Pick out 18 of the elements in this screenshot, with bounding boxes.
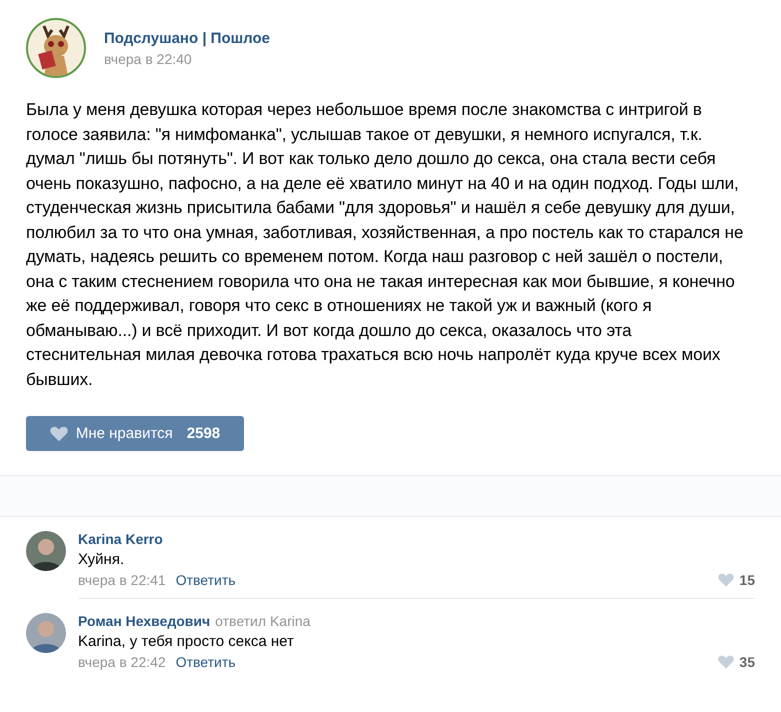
heart-icon xyxy=(718,655,734,669)
reply-note: ответил Karina xyxy=(215,613,310,629)
like-count: 15 xyxy=(739,572,755,588)
comment-author[interactable]: Роман Нехведович xyxy=(78,613,210,629)
comment-text: Karina, у тебя просто секса нет xyxy=(78,633,295,650)
author-name[interactable]: Подслушано | Пошлое xyxy=(104,30,270,46)
comment-time: вчера в 22:41 xyxy=(78,572,166,588)
like-count: 35 xyxy=(739,654,755,670)
reply-link[interactable]: Ответить xyxy=(176,572,236,588)
heart-icon xyxy=(718,573,734,587)
comment-text: Хуйня. xyxy=(78,551,126,568)
heart-icon xyxy=(50,426,68,442)
comment-time: вчера в 22:42 xyxy=(78,654,166,670)
comment-author[interactable]: Karina Kerro xyxy=(78,531,163,547)
post-text: Была у меня девушка которая через небольшое время после знакомства с интригой в голосе заявила: "я нимфоманка", услышав такое от девушки, я немного испугался, т.к. думал "лишь бы потянуть". И вот как только дело дошло до секса, она стала вести себя очень показушно, пафосно, а на деле её хватило минут на 40 и на один подход. Годы шли, студенческая жизнь присытила бабами "для здоровья" и нашёл я себе девушку для души, полюбил за то что она умная, заботливая, хозяйственная, а про постель как то старался не думать, надеясь решить со временем потом. Когда наш разговор с ней зашёл о постели, она с таким стеснением говорила что она не такая интересная как мои бывшие, я конечно же её поддерживал, говоря что секс в отношениях не такой уж и важный (кого я обманываю...) и всё приходит. И вот когда дошло до секса, оказалось что эта стеснительная милая девочка готова трахаться всю ночь напролёт куда круче всех моих бывших. xyxy=(26,99,744,390)
post-time: вчера в 22:40 xyxy=(104,50,193,66)
reply-link[interactable]: Ответить xyxy=(176,654,236,670)
like-button[interactable]: Мне нравится 2598 xyxy=(26,416,244,451)
